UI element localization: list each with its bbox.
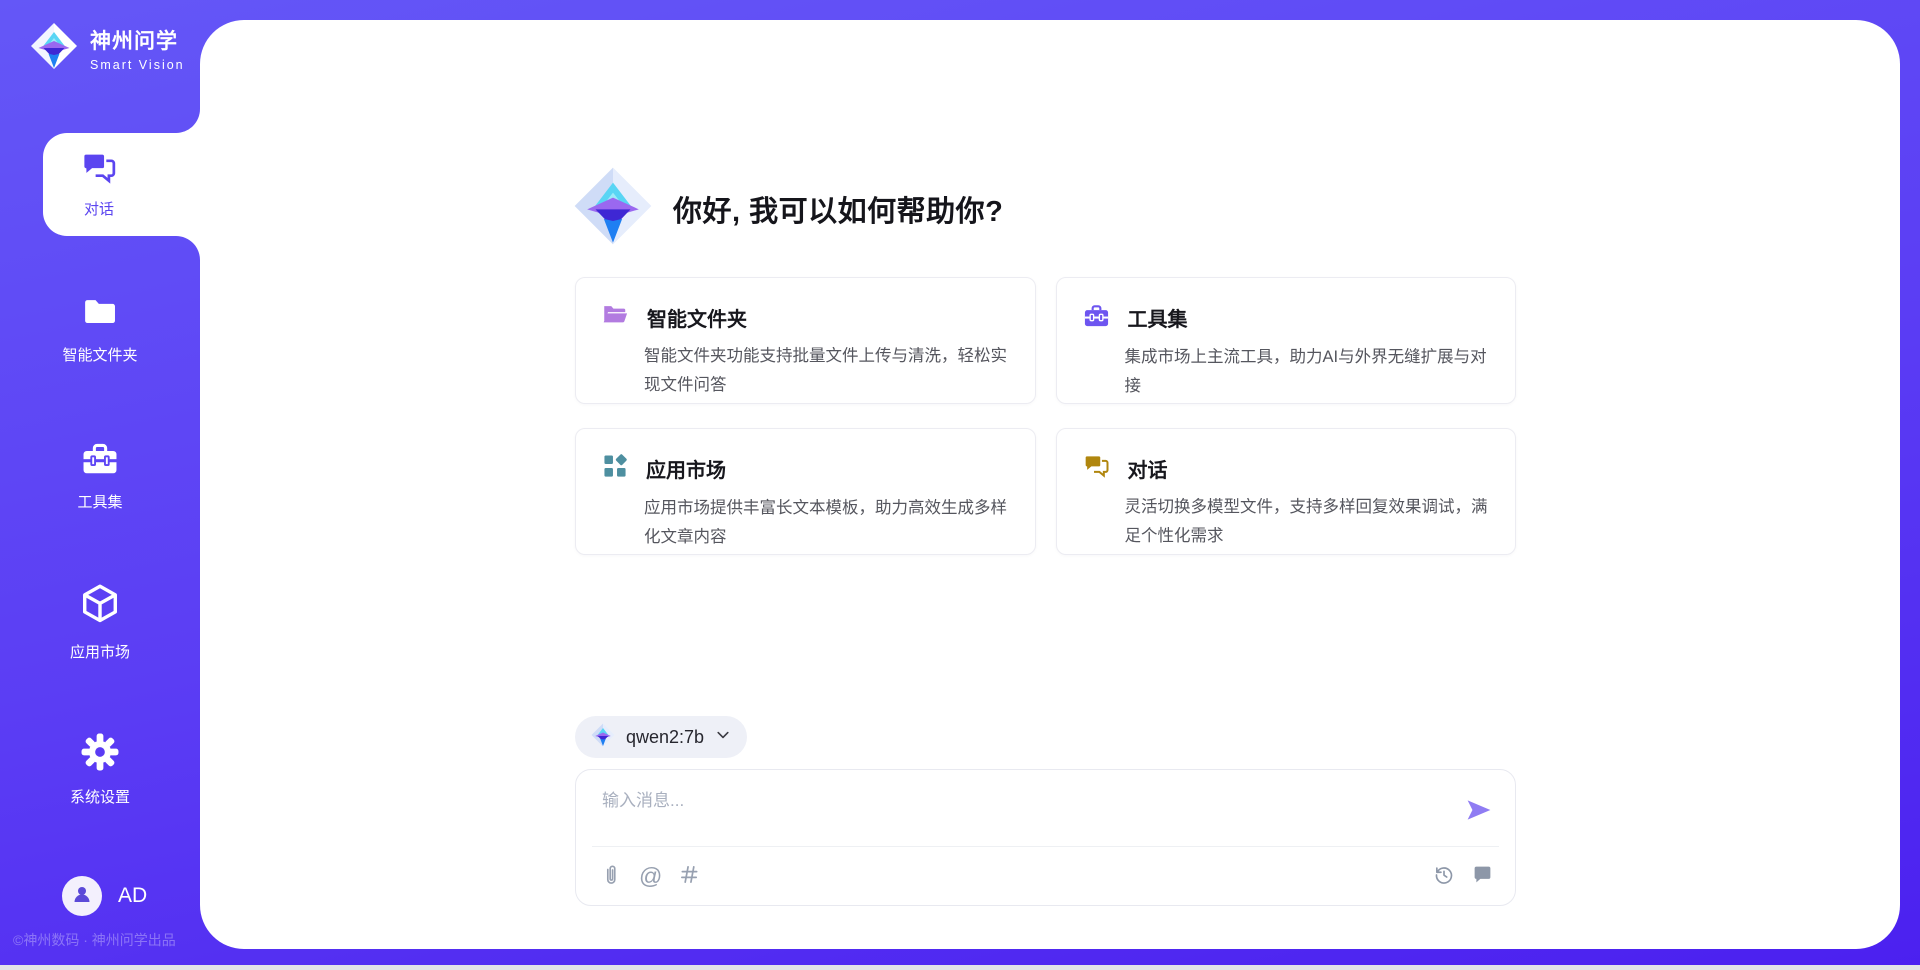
card-title: 工具集	[1128, 303, 1188, 332]
message-input[interactable]	[602, 786, 1445, 838]
hashtag-button[interactable]	[679, 864, 700, 888]
sidebar-item-settings[interactable]: 系统设置	[0, 733, 200, 807]
briefcase-icon	[1083, 302, 1110, 333]
sidebar-item-toolbox[interactable]: 工具集	[0, 440, 200, 512]
card-description: 智能文件夹功能支持批量文件上传与清洗，轻松实现文件问答	[644, 342, 1009, 400]
sidebar-item-label: 应用市场	[70, 641, 130, 662]
app-grid-icon	[602, 453, 628, 484]
sidebar-item-label: 系统设置	[70, 786, 130, 807]
composer: @	[575, 769, 1516, 906]
hashtag-icon	[679, 864, 700, 888]
card-description: 应用市场提供丰富长文本模板，助力高效生成多样化文章内容	[644, 494, 1009, 552]
feature-cards: 智能文件夹 智能文件夹功能支持批量文件上传与清洗，轻松实现文件问答 工具集 集成…	[575, 277, 1516, 555]
send-icon	[1465, 812, 1493, 827]
history-button[interactable]	[1433, 864, 1455, 889]
card-toolbox[interactable]: 工具集 集成市场上主流工具，助力AI与外界无缝扩展与对接	[1056, 277, 1517, 404]
sidebar-item-chat[interactable]: 对话	[43, 133, 200, 236]
sidebar-item-label: 智能文件夹	[62, 344, 137, 365]
greeting-diamond-icon	[573, 166, 653, 251]
active-tab-bottom-fillet	[176, 236, 200, 260]
toolbox-icon	[80, 440, 120, 481]
user-initials: AD	[118, 884, 147, 908]
composer-divider	[592, 846, 1499, 847]
chat-bubbles-icon	[81, 150, 117, 189]
send-button[interactable]	[1465, 796, 1493, 824]
mention-icon: @	[639, 865, 662, 888]
comment-button[interactable]	[1472, 864, 1493, 888]
brand-diamond-icon	[30, 22, 78, 75]
sidebar-item-app-market[interactable]: 应用市场	[0, 582, 200, 662]
card-title: 应用市场	[646, 454, 726, 483]
model-selector[interactable]: qwen2:7b	[575, 716, 747, 758]
attach-file-button[interactable]	[600, 862, 622, 891]
model-name: qwen2:7b	[626, 727, 704, 748]
comment-icon	[1472, 864, 1493, 888]
card-description: 灵活切换多模型文件，支持多样回复效果调试，满足个性化需求	[1125, 493, 1490, 551]
person-icon	[70, 882, 94, 911]
card-title: 对话	[1128, 454, 1168, 483]
sidebar-item-smart-folder[interactable]: 智能文件夹	[0, 295, 200, 365]
card-description: 集成市场上主流工具，助力AI与外界无缝扩展与对接	[1125, 343, 1490, 401]
sidebar-item-label: 对话	[84, 198, 114, 219]
greeting-text: 你好, 我可以如何帮助你?	[673, 188, 1003, 230]
card-smart-folder[interactable]: 智能文件夹 智能文件夹功能支持批量文件上传与清洗，轻松实现文件问答	[575, 277, 1036, 404]
open-folder-icon	[602, 302, 629, 332]
model-diamond-icon	[591, 723, 615, 752]
user-account[interactable]: AD	[62, 876, 147, 916]
bottom-scroll-strip[interactable]	[0, 965, 1920, 970]
folder-icon	[81, 295, 119, 334]
avatar	[62, 876, 102, 916]
attachment-icon	[600, 862, 622, 891]
cube-icon	[78, 582, 122, 631]
active-tab-top-fillet	[176, 109, 200, 133]
sidebar-item-label: 工具集	[77, 491, 122, 512]
sidebar-footer-credit: ©神州数码 · 神州问学出品	[13, 930, 203, 950]
composer-toolbar: @	[600, 858, 1493, 894]
gear-icon	[81, 733, 119, 776]
brand-name: 神州问学	[90, 25, 185, 55]
brand-logo: 神州问学 Smart Vision	[30, 22, 200, 75]
mention-button[interactable]: @	[639, 865, 662, 888]
greeting-block: 你好, 我可以如何帮助你?	[573, 166, 1003, 251]
card-chat[interactable]: 对话 灵活切换多模型文件，支持多样回复效果调试，满足个性化需求	[1056, 428, 1517, 555]
brand-subtitle: Smart Vision	[90, 58, 185, 72]
chevron-down-icon	[715, 727, 731, 748]
history-icon	[1433, 864, 1455, 889]
chat-bubbles-icon	[1083, 453, 1110, 483]
card-app-market[interactable]: 应用市场 应用市场提供丰富长文本模板，助力高效生成多样化文章内容	[575, 428, 1036, 555]
card-title: 智能文件夹	[647, 303, 747, 332]
